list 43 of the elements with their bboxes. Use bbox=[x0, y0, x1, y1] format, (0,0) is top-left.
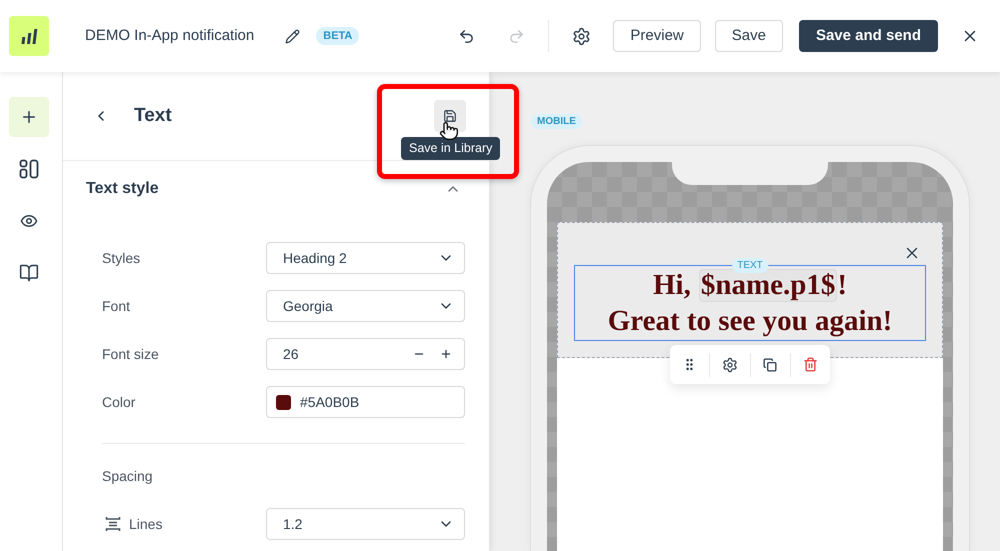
trash-icon bbox=[802, 357, 818, 372]
hand-cursor-icon bbox=[439, 121, 459, 141]
plus-icon bbox=[20, 108, 38, 126]
section-header[interactable]: Text style bbox=[63, 161, 489, 217]
bars-logo-icon bbox=[9, 16, 49, 56]
settings-icon bbox=[572, 26, 591, 46]
eye-icon bbox=[20, 212, 38, 230]
line-spacing-icon bbox=[105, 516, 121, 532]
dropdown-field[interactable]: 1.2 bbox=[266, 508, 465, 540]
redo-icon bbox=[508, 28, 525, 44]
panel-title: Text bbox=[134, 104, 172, 128]
heading-text: Great to see you again! bbox=[608, 304, 892, 339]
field-label: Lines bbox=[129, 514, 162, 534]
heading-text: ! bbox=[837, 268, 848, 303]
add-block-button[interactable] bbox=[9, 97, 49, 137]
dropdown-field[interactable]: Heading 2 bbox=[266, 242, 465, 274]
plus-icon bbox=[440, 348, 452, 360]
heading-text: Hi, bbox=[652, 268, 691, 303]
device-badge: MOBILE bbox=[531, 114, 582, 129]
document-title: DEMO In-App notification bbox=[85, 26, 254, 46]
save-to-library-button[interactable] bbox=[434, 100, 466, 132]
field-label: Font size bbox=[102, 344, 159, 364]
color-field[interactable]: #5A0B0B bbox=[266, 386, 465, 418]
copy-icon bbox=[763, 358, 778, 372]
pencil-icon bbox=[284, 28, 300, 44]
beta-badge: BETA bbox=[316, 27, 360, 45]
field-label: Font bbox=[102, 296, 130, 316]
header-button[interactable]: Save bbox=[714, 20, 783, 52]
font-size-field[interactable]: 26 bbox=[266, 338, 465, 370]
block-type-label: TEXT bbox=[732, 258, 768, 273]
tooltip: Save in Library bbox=[401, 137, 500, 160]
undo-icon bbox=[458, 28, 475, 44]
field-label: Color bbox=[102, 392, 136, 412]
group-title: Spacing bbox=[102, 467, 153, 486]
header-button[interactable]: Save and send bbox=[798, 20, 938, 52]
merge-tag: $name.p1$ bbox=[698, 268, 838, 302]
dropdown-field[interactable]: Georgia bbox=[266, 290, 465, 322]
book-icon bbox=[19, 263, 39, 283]
layout-icon bbox=[19, 159, 39, 179]
settings-icon bbox=[722, 356, 738, 372]
color-swatch-icon bbox=[276, 394, 291, 410]
header-button[interactable]: Preview bbox=[613, 20, 701, 52]
field-label: Styles bbox=[102, 248, 140, 268]
